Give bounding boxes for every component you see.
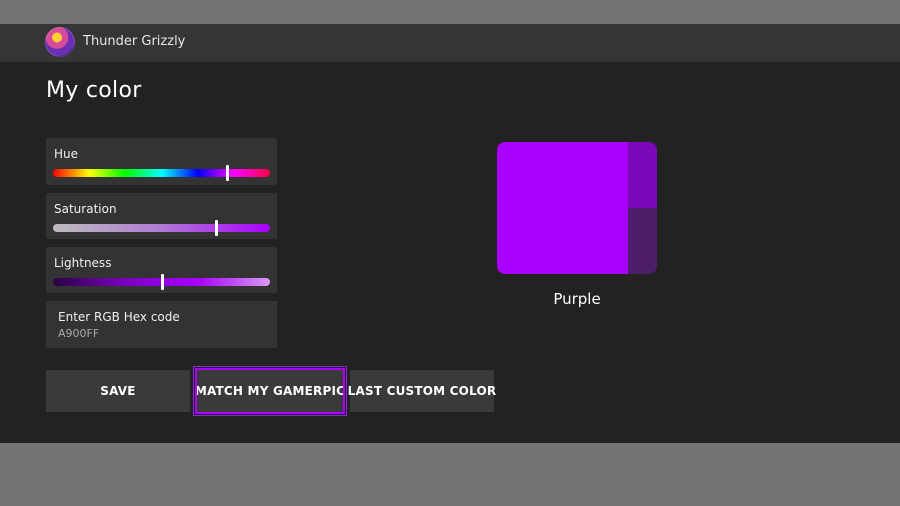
my-color-page: My color Hue Saturation Lightness Enter …	[0, 62, 900, 443]
color-preview-swatch	[497, 142, 657, 274]
page-title: My color	[46, 78, 142, 103]
lightness-label: Lightness	[54, 256, 112, 270]
profile-header: Thunder Grizzly	[0, 24, 900, 62]
hue-slider-panel[interactable]: Hue	[46, 138, 277, 185]
saturation-slider-panel[interactable]: Saturation	[46, 193, 277, 239]
match-gamerpic-button[interactable]: MATCH MY GAMERPIC	[195, 368, 345, 414]
lightness-slider-panel[interactable]: Lightness	[46, 247, 277, 293]
hex-code-label: Enter RGB Hex code	[58, 310, 180, 324]
hue-track[interactable]	[53, 169, 270, 177]
saturation-track[interactable]	[53, 224, 270, 232]
hex-code-value[interactable]: A900FF	[58, 327, 99, 340]
hue-thumb[interactable]	[225, 165, 229, 181]
swatch-shade-bottom	[628, 208, 657, 274]
saturation-thumb[interactable]	[214, 220, 218, 236]
save-button[interactable]: SAVE	[46, 370, 190, 412]
gamerpic-avatar	[45, 27, 75, 57]
last-custom-color-button[interactable]: LAST CUSTOM COLOR	[348, 370, 496, 412]
saturation-label: Saturation	[54, 202, 117, 216]
swatch-main-color	[497, 142, 628, 274]
swatch-shade-top	[628, 142, 657, 208]
username: Thunder Grizzly	[83, 34, 186, 49]
color-name: Purple	[553, 290, 601, 308]
bottom-bezel	[0, 443, 900, 506]
top-bezel	[0, 0, 900, 24]
hue-label: Hue	[54, 147, 79, 161]
lightness-thumb[interactable]	[160, 274, 164, 290]
hex-code-field[interactable]: Enter RGB Hex code A900FF	[46, 301, 277, 348]
